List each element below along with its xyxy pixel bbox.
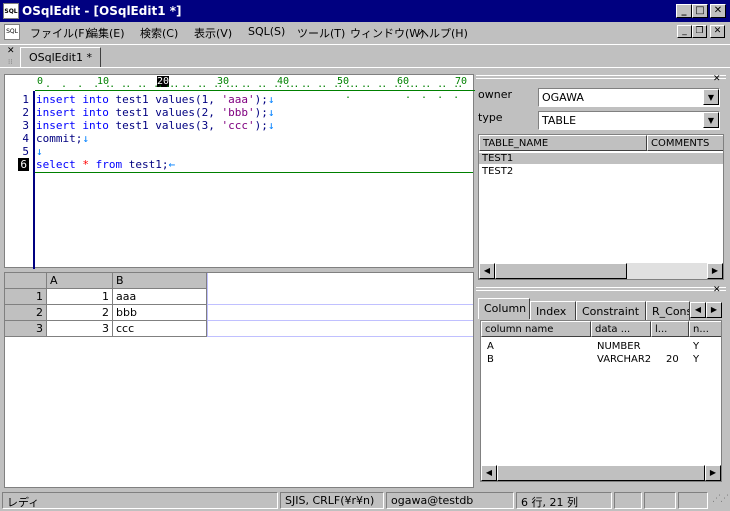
status-indicator <box>644 492 676 509</box>
tab-index[interactable]: Index <box>530 301 576 320</box>
column-type-cell[interactable]: VARCHAR2 <box>594 354 654 365</box>
column-length-cell[interactable]: 20 <box>663 354 682 365</box>
panel-close-icon[interactable]: ✕ <box>713 74 721 84</box>
type-select[interactable]: TABLE ▼ <box>538 111 720 130</box>
tab-column[interactable]: Column <box>478 298 530 319</box>
chevron-down-icon[interactable]: ▼ <box>703 112 719 128</box>
menu-bar: SQL ファイル(F) 編集(E) 検索(C) 表示(V) SQL(S) ツール… <box>0 22 730 42</box>
scroll-right-icon[interactable]: ▶ <box>707 263 723 279</box>
grid-cell[interactable]: ccc <box>113 321 207 337</box>
scroll-left-icon[interactable]: ◀ <box>481 465 497 481</box>
column-header-table-name[interactable]: TABLE_NAME <box>479 135 647 151</box>
sql-editor[interactable]: 0 10 20 30 40 50 60 70 . . . . . . . . .… <box>4 74 475 269</box>
column-header-name[interactable]: column name <box>481 321 591 337</box>
grid-row-header[interactable]: 1 <box>5 289 47 305</box>
tab-close-icon[interactable]: ✕ <box>7 46 15 56</box>
object-browser: ✕ owner OGAWA ▼ type TABLE ▼ TABLE_NAME … <box>476 74 726 490</box>
menu-search[interactable]: 検索(C) <box>140 25 178 41</box>
code-line: ↓ <box>36 145 43 158</box>
column-header-length[interactable]: l... <box>651 321 689 337</box>
menu-edit[interactable]: 編集(E) <box>87 25 125 41</box>
grid-cell[interactable]: 3 <box>47 321 113 337</box>
tab-scroll-right-icon[interactable]: ▶ <box>706 302 722 318</box>
grid-header-b[interactable]: B <box>113 273 207 289</box>
status-indicator <box>614 492 642 509</box>
menu-window[interactable]: ウィンドウ(W) <box>350 25 424 41</box>
current-line-marker <box>35 172 473 173</box>
column-ruler: 0 10 20 30 40 50 60 70 . . . . . . . . .… <box>35 75 475 101</box>
grid-cell[interactable]: 2 <box>47 305 113 321</box>
line-number-gutter: 1 2 3 4 5 6 <box>5 91 35 269</box>
tab-osqledit1[interactable]: OSqlEdit1 * <box>20 47 101 67</box>
mdi-restore-button[interactable]: ❐ <box>692 25 707 38</box>
status-bar: レディ SJIS, CRLF(¥r¥n) ogawa@testdb 6 行, 2… <box>0 490 730 511</box>
close-button[interactable]: ✕ <box>710 4 726 18</box>
scroll-thumb[interactable] <box>495 263 627 279</box>
table-list[interactable]: TABLE_NAME COMMENTS TEST1 TEST2 ◀ ▶ <box>478 134 724 280</box>
scroll-right-icon[interactable]: ▶ <box>705 465 721 481</box>
grid-cell[interactable]: 1 <box>47 289 113 305</box>
status-position: 6 行, 21 列 <box>516 492 612 509</box>
column-header-nullable[interactable]: n... <box>689 321 721 337</box>
table-list-scrollbar[interactable]: ◀ ▶ <box>479 263 723 279</box>
status-encoding: SJIS, CRLF(¥r¥n) <box>280 492 384 509</box>
owner-label: owner <box>478 88 512 101</box>
grid-header-a[interactable]: A <box>47 273 113 289</box>
scroll-left-icon[interactable]: ◀ <box>479 263 495 279</box>
tab-constraint[interactable]: Constraint <box>576 301 646 320</box>
code-line: insert into test1 values(1, 'aaa');↓ <box>36 93 275 106</box>
column-list-scrollbar[interactable]: ◀ ▶ <box>481 465 721 481</box>
menu-sql[interactable]: SQL(S) <box>248 25 285 38</box>
window-title: OSqlEdit - [OSqlEdit1 *] <box>22 4 182 18</box>
chevron-down-icon[interactable]: ▼ <box>703 89 719 105</box>
menu-file[interactable]: ファイル(F) <box>30 25 89 41</box>
column-header-data-type[interactable]: data ... <box>591 321 651 337</box>
table-row[interactable]: TEST2 <box>479 166 516 177</box>
status-indicator <box>678 492 708 509</box>
mdi-close-button[interactable]: ✕ <box>710 25 725 38</box>
tab-grip-icon: ⁞⁞ <box>8 58 13 66</box>
maximize-button[interactable]: □ <box>692 4 708 18</box>
tab-r-cons[interactable]: R_Cons <box>646 301 690 320</box>
code-line-current: select * from test1;← <box>36 158 176 171</box>
column-type-cell[interactable]: NUMBER <box>594 341 644 352</box>
resize-grip-icon[interactable]: ⋰⋰ <box>712 494 729 504</box>
grid-cell[interactable]: aaa <box>113 289 207 305</box>
grid-cell[interactable]: bbb <box>113 305 207 321</box>
grid-row-header[interactable]: 2 <box>5 305 47 321</box>
app-icon[interactable]: SQL <box>3 3 19 19</box>
code-line: insert into test1 values(2, 'bbb');↓ <box>36 106 275 119</box>
column-null-cell[interactable]: Y <box>690 341 702 352</box>
document-icon[interactable]: SQL <box>4 24 20 40</box>
title-bar[interactable]: SQL OSqlEdit - [OSqlEdit1 *] _ □ ✕ <box>0 0 730 22</box>
owner-select[interactable]: OGAWA ▼ <box>538 88 720 107</box>
column-null-cell[interactable]: Y <box>690 354 702 365</box>
status-connection: ogawa@testdb <box>386 492 514 509</box>
mdi-minimize-button[interactable]: _ <box>677 25 692 38</box>
table-row[interactable]: TEST1 <box>479 153 723 164</box>
minimize-button[interactable]: _ <box>676 4 692 18</box>
code-line: insert into test1 values(3, 'ccc');↓ <box>36 119 275 132</box>
panel-close-icon[interactable]: ✕ <box>713 285 721 295</box>
grid-corner[interactable] <box>5 273 47 289</box>
menu-help[interactable]: ヘルプ(H) <box>418 25 468 41</box>
code-line: commit;↓ <box>36 132 89 145</box>
scroll-thumb[interactable] <box>497 465 705 481</box>
grid-row-header[interactable]: 3 <box>5 321 47 337</box>
status-state: レディ <box>2 492 278 509</box>
menu-tools[interactable]: ツール(T) <box>297 25 345 41</box>
result-grid[interactable]: A B 1 1 aaa 2 2 bbb 3 3 ccc <box>4 272 474 488</box>
menu-view[interactable]: 表示(V) <box>194 25 232 41</box>
column-header-comments[interactable]: COMMENTS <box>647 135 723 151</box>
type-label: type <box>478 111 503 124</box>
column-name-cell[interactable]: B <box>484 354 497 365</box>
tab-scroll-left-icon[interactable]: ◀ <box>690 302 706 318</box>
column-name-cell[interactable]: A <box>484 341 497 352</box>
column-list[interactable]: column name data ... l... n... A NUMBER … <box>480 320 722 482</box>
